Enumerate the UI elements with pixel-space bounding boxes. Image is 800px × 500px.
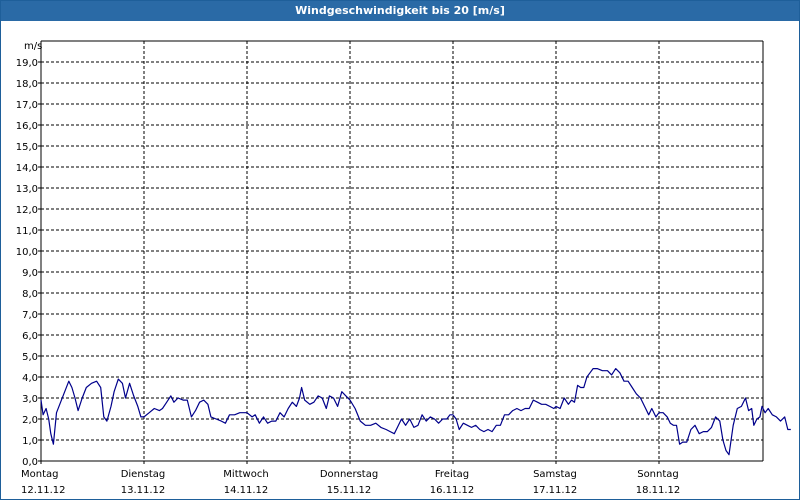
series bbox=[40, 368, 791, 456]
y-tick-label: 4,0 bbox=[22, 373, 38, 384]
y-tick-label: 19,0 bbox=[16, 58, 38, 69]
x-tick-label-date: 16.11.12 bbox=[430, 485, 475, 496]
x-tick-label-date: 15.11.12 bbox=[327, 485, 372, 496]
x-tick-label-day: Mittwoch bbox=[223, 469, 268, 480]
y-tick-label: 14,0 bbox=[16, 163, 38, 174]
x-tick-label-day: Samstag bbox=[533, 469, 577, 480]
y-tick-label: 9,0 bbox=[22, 268, 38, 279]
x-tick-label-day: Dienstag bbox=[121, 469, 166, 480]
x-tick-label-day: Sonntag bbox=[637, 469, 679, 480]
x-tick-label-date: 12.11.12 bbox=[21, 485, 66, 496]
y-tick-label: 12,0 bbox=[16, 205, 38, 216]
y-tick-label: 13,0 bbox=[16, 184, 38, 195]
y-tick-label: 0,0 bbox=[22, 457, 38, 468]
y-tick-label: 10,0 bbox=[16, 247, 38, 258]
x-tick-label-day: Donnerstag bbox=[320, 469, 378, 480]
x-tick-label-date: 13.11.12 bbox=[121, 485, 166, 496]
y-tick-label: 5,0 bbox=[22, 352, 38, 363]
tick-labels: 0,0 1,0 2,0 3,0 4,0 5,0 6,0 7,0 8,0 9,0 10,0 11,0 12… bbox=[16, 41, 681, 496]
x-tick-label-day: Montag bbox=[21, 469, 58, 480]
x-tick-label-date: 18.11.12 bbox=[636, 485, 681, 496]
chart-canvas: 0,0 1,0 2,0 3,0 4,0 5,0 6,0 7,0 8,0 9,0 10,0 11,0 12… bbox=[16, 40, 791, 496]
series-line-wind-speed bbox=[40, 368, 791, 456]
y-tick-label: 1,0 bbox=[22, 436, 38, 447]
y-tick-label: 18,0 bbox=[16, 79, 38, 90]
y-tick-label: 2,0 bbox=[22, 415, 38, 426]
y-tick-label: 16,0 bbox=[16, 121, 38, 132]
chart-window: Windgeschwindigkeit bis 20 [m/s] 0,0 1,0 2… bbox=[0, 0, 800, 500]
y-tick-label: 11,0 bbox=[16, 226, 38, 237]
y-tick-label: 17,0 bbox=[16, 100, 38, 111]
y-tick-label: 7,0 bbox=[22, 310, 38, 321]
x-tick-label-date: 17.11.12 bbox=[533, 485, 578, 496]
x-tick-label-day: Freitag bbox=[435, 469, 469, 480]
grid bbox=[41, 40, 763, 461]
y-axis-unit-label: m/s bbox=[24, 41, 42, 52]
y-tick-label: 8,0 bbox=[22, 289, 38, 300]
y-tick-label: 6,0 bbox=[22, 331, 38, 342]
x-tick-label-date: 14.11.12 bbox=[224, 485, 269, 496]
y-tick-label: 15,0 bbox=[16, 142, 38, 153]
y-tick-label: 3,0 bbox=[22, 394, 38, 405]
